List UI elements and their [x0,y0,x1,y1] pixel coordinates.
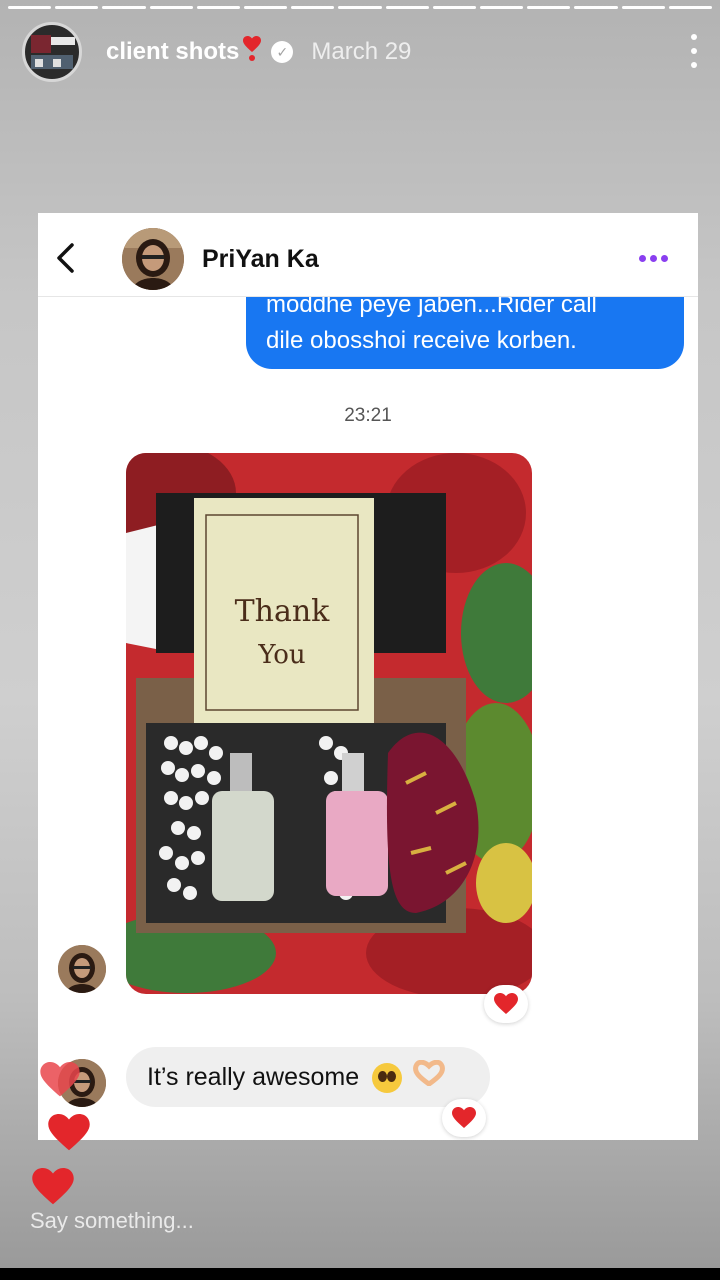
story-header: client shots ✓ March 29 [22,22,698,82]
floating-heart-icon [48,1114,90,1157]
received-message-text: It’s really awesome [147,1063,360,1091]
progress-segment [338,6,382,9]
thank-you-card-line: Thank [235,594,331,629]
reply-input[interactable]: Say something... [30,1208,194,1234]
progress-segment [480,6,524,9]
story-progress-bar [8,6,713,9]
pleading-face-emoji-icon [372,1063,403,1094]
story-username[interactable]: client shots [106,38,239,66]
floating-heart-icon [32,1168,74,1211]
more-options-icon[interactable] [690,34,698,68]
progress-segment [527,6,571,9]
progress-segment [149,6,193,9]
progress-segment [668,6,713,9]
chat-screenshot: moddhe peye jaben...Rider call dile obos… [38,213,698,1140]
contact-avatar[interactable] [122,228,184,290]
sent-message-line: dile obosshoi receive korben. [266,327,577,354]
heart-hands-emoji-icon [413,1048,445,1108]
back-arrow-icon[interactable] [54,243,76,273]
progress-segment [102,6,146,9]
received-message-bubble: It’s really awesome [126,1047,490,1107]
contact-name[interactable]: PriYan Ka [202,245,319,274]
story-date: March 29 [311,38,412,65]
heart-reaction-icon[interactable] [442,1099,486,1137]
story-account-avatar[interactable] [22,22,82,82]
story-viewer: client shots ✓ March 29 moddhe peye jabe… [0,0,720,1268]
progress-segment [385,6,429,9]
verified-badge-icon: ✓ [271,41,294,63]
message-timestamp: 23:21 [344,405,392,426]
options-dots-icon[interactable] [639,255,668,262]
chat-header: PriYan Ka [38,213,698,297]
progress-segment [196,6,241,9]
progress-segment [291,6,335,9]
heart-reaction-icon[interactable] [484,985,528,1023]
progress-segment [8,6,52,9]
progress-segment [55,6,99,9]
thank-you-card-line: You [257,640,305,670]
progress-segment [621,6,665,9]
shared-photo[interactable]: Thank You [126,453,532,994]
heart-exclamation-icon [243,36,262,68]
floating-heart-icon [40,1062,80,1103]
sender-avatar[interactable] [58,945,106,993]
progress-segment [244,6,288,9]
progress-segment [574,6,618,9]
progress-segment [432,6,477,9]
